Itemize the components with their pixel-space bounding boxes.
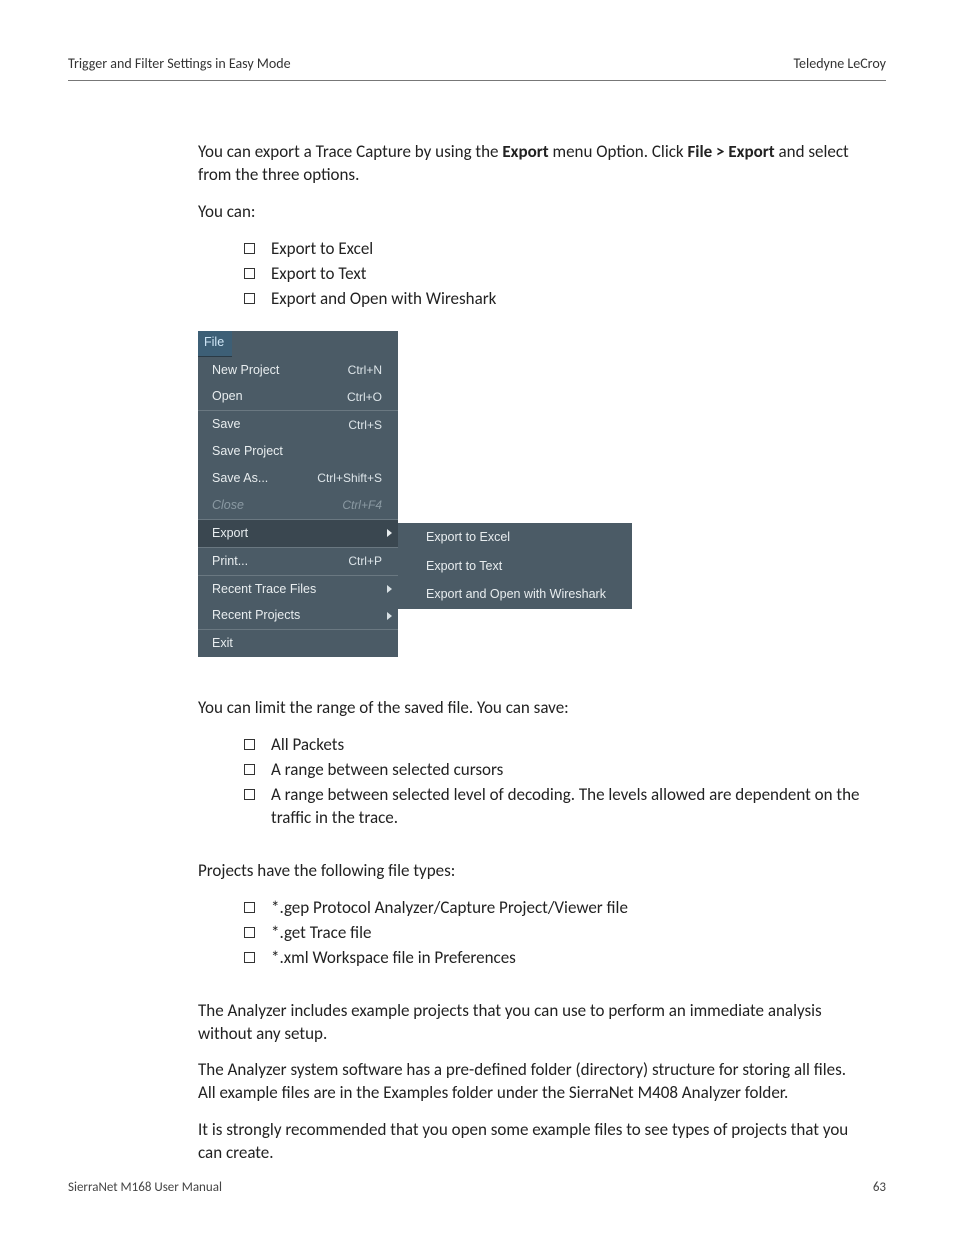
- file-menu-tab[interactable]: File: [198, 331, 232, 357]
- bullet-box-icon: [244, 268, 255, 279]
- menu-item-label: Save As...: [212, 470, 317, 487]
- export-options-list: Export to ExcelExport to TextExport and …: [198, 238, 866, 311]
- menu-item-recent-projects[interactable]: Recent Projects: [198, 602, 398, 629]
- list-item-text: *.gep Protocol Analyzer/Capture Project/…: [271, 897, 866, 920]
- submenu-arrow-icon: [387, 612, 392, 620]
- bullet-box-icon: [244, 927, 255, 938]
- submenu-item-export-to-text[interactable]: Export to Text: [398, 552, 632, 581]
- bullet-box-icon: [244, 902, 255, 913]
- list-item-text: Export to Excel: [271, 238, 866, 261]
- list-item: A range between selected level of decodi…: [244, 784, 866, 830]
- menu-item-shortcut: Ctrl+Shift+S: [317, 470, 390, 486]
- bullet-box-icon: [244, 789, 255, 800]
- list-item: *.gep Protocol Analyzer/Capture Project/…: [244, 897, 866, 920]
- menu-item-save-as-[interactable]: Save As...Ctrl+Shift+S: [198, 465, 398, 492]
- menu-item-open[interactable]: OpenCtrl+O: [198, 383, 398, 410]
- menu-item-label: Open: [212, 388, 347, 405]
- menu-item-shortcut: Ctrl+P: [348, 553, 390, 569]
- menu-item-exit[interactable]: Exit: [198, 629, 398, 657]
- page-footer: SierraNet M168 User Manual 63: [0, 1180, 954, 1195]
- header-left: Trigger and Filter Settings in Easy Mode: [68, 55, 291, 72]
- menu-item-label: New Project: [212, 362, 348, 379]
- file-menu-screenshot: File New ProjectCtrl+NOpenCtrl+OSaveCtrl…: [198, 331, 866, 658]
- list-item: All Packets: [244, 734, 866, 757]
- menu-item-label: Recent Trace Files: [212, 581, 390, 598]
- menu-item-print-[interactable]: Print...Ctrl+P: [198, 547, 398, 575]
- paragraph-limit-range: You can limit the range of the saved fil…: [198, 697, 866, 720]
- list-item-text: Export to Text: [271, 263, 866, 286]
- list-item: *.get Trace file: [244, 922, 866, 945]
- list-item: A range between selected cursors: [244, 759, 866, 782]
- file-menu: File New ProjectCtrl+NOpenCtrl+OSaveCtrl…: [198, 331, 398, 658]
- paragraph-you-can: You can:: [198, 201, 866, 224]
- header-right: Teledyne LeCroy: [793, 55, 886, 72]
- menu-item-label: Save: [212, 416, 348, 433]
- submenu-arrow-icon: [387, 529, 392, 537]
- bullet-box-icon: [244, 739, 255, 750]
- list-item-text: *.get Trace file: [271, 922, 866, 945]
- bullet-box-icon: [244, 243, 255, 254]
- menu-item-save-project[interactable]: Save Project: [198, 438, 398, 465]
- bullet-box-icon: [244, 764, 255, 775]
- menu-item-recent-trace-files[interactable]: Recent Trace Files: [198, 575, 398, 603]
- page-header: Trigger and Filter Settings in Easy Mode…: [68, 55, 886, 81]
- file-types-list: *.gep Protocol Analyzer/Capture Project/…: [198, 897, 866, 970]
- submenu-item-export-to-excel[interactable]: Export to Excel: [398, 523, 632, 552]
- menu-item-save[interactable]: SaveCtrl+S: [198, 410, 398, 438]
- menu-item-shortcut: Ctrl+N: [348, 362, 390, 378]
- menu-item-export[interactable]: Export: [198, 519, 398, 547]
- list-item-text: Export and Open with Wireshark: [271, 288, 866, 311]
- list-item-text: A range between selected cursors: [271, 759, 866, 782]
- submenu-item-export-and-open-with-wireshark[interactable]: Export and Open with Wireshark: [398, 580, 632, 609]
- list-item: Export to Excel: [244, 238, 866, 261]
- menu-item-shortcut: Ctrl+S: [348, 417, 390, 433]
- menu-item-label: Print...: [212, 553, 348, 570]
- list-item-text: A range between selected level of decodi…: [271, 784, 866, 830]
- menu-item-label: Recent Projects: [212, 607, 390, 624]
- menu-item-close: CloseCtrl+F4: [198, 492, 398, 519]
- paragraph-example-projects: The Analyzer includes example projects t…: [198, 1000, 866, 1046]
- menu-item-label: Close: [212, 497, 342, 514]
- save-range-list: All PacketsA range between selected curs…: [198, 734, 866, 830]
- paragraph-folder-structure: The Analyzer system software has a pre-d…: [198, 1059, 866, 1105]
- menu-item-shortcut: Ctrl+F4: [342, 497, 390, 513]
- menu-item-shortcut: Ctrl+O: [347, 389, 390, 405]
- paragraph-export-intro: You can export a Trace Capture by using …: [198, 141, 866, 187]
- footer-left: SierraNet M168 User Manual: [68, 1180, 222, 1195]
- menu-item-label: Export: [212, 525, 390, 542]
- footer-right: 63: [873, 1180, 886, 1195]
- submenu-arrow-icon: [387, 585, 392, 593]
- bullet-box-icon: [244, 293, 255, 304]
- list-item-text: All Packets: [271, 734, 866, 757]
- paragraph-file-types: Projects have the following file types:: [198, 860, 866, 883]
- list-item: *.xml Workspace file in Preferences: [244, 947, 866, 970]
- paragraph-recommendation: It is strongly recommended that you open…: [198, 1119, 866, 1165]
- list-item: Export to Text: [244, 263, 866, 286]
- menu-item-new-project[interactable]: New ProjectCtrl+N: [198, 357, 398, 384]
- menu-item-label: Save Project: [212, 443, 390, 460]
- menu-item-label: Exit: [212, 635, 390, 652]
- list-item: Export and Open with Wireshark: [244, 288, 866, 311]
- bullet-box-icon: [244, 952, 255, 963]
- list-item-text: *.xml Workspace file in Preferences: [271, 947, 866, 970]
- export-submenu: Export to ExcelExport to TextExport and …: [398, 523, 632, 610]
